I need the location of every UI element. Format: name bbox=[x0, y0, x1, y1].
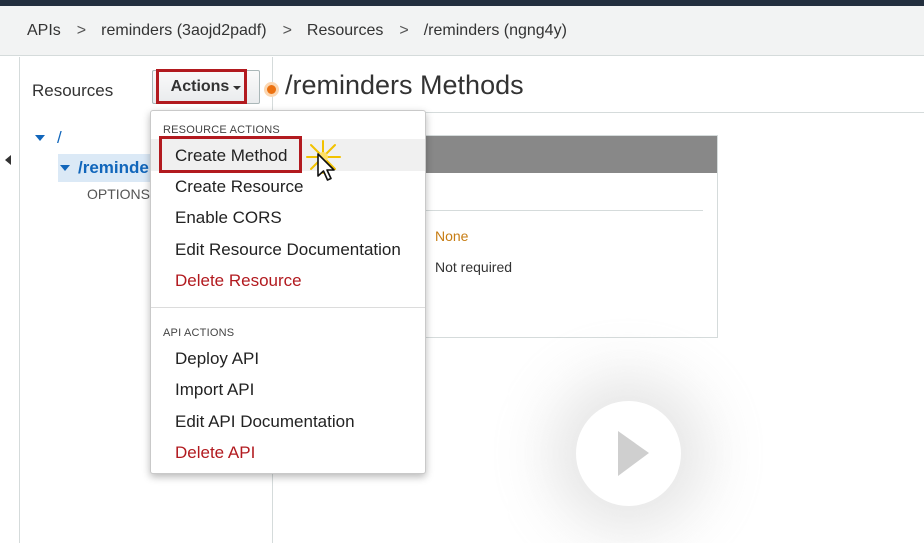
menu-item-delete-resource[interactable]: Delete Resource bbox=[175, 271, 302, 291]
resources-panel-title: Resources bbox=[32, 81, 114, 100]
page-title: /reminders Methods bbox=[264, 70, 524, 101]
breadcrumb-apis[interactable]: APIs bbox=[27, 22, 61, 40]
method-card: None Not required bbox=[422, 135, 718, 338]
page-title-text: /reminders Methods bbox=[285, 70, 524, 100]
api-key-value: Not required bbox=[435, 259, 513, 275]
create-method-highlight bbox=[159, 136, 302, 173]
menu-divider bbox=[151, 307, 425, 308]
menu-item-deploy-api[interactable]: Deploy API bbox=[175, 349, 259, 369]
menu-item-edit-resource-documentation[interactable]: Edit Resource Documentation bbox=[175, 240, 401, 260]
video-play-button[interactable] bbox=[576, 401, 681, 506]
collapse-left-icon[interactable] bbox=[5, 155, 11, 165]
tree-item-options-method[interactable]: OPTIONS bbox=[87, 186, 150, 202]
menu-item-create-resource[interactable]: Create Resource bbox=[175, 177, 304, 197]
breadcrumb-current-resource: /reminders (ngng4y) bbox=[423, 21, 567, 39]
tree-item-root[interactable]: / bbox=[35, 128, 62, 148]
menu-item-delete-api[interactable]: Delete API bbox=[175, 443, 255, 463]
menu-item-import-api[interactable]: Import API bbox=[175, 380, 254, 400]
authorization-value: None bbox=[435, 228, 469, 244]
nav-collapse-gutter[interactable] bbox=[0, 57, 20, 543]
breadcrumb-api-name[interactable]: reminders (3aojd2padf) bbox=[101, 22, 266, 40]
actions-button-highlight bbox=[156, 69, 247, 104]
method-card-divider bbox=[423, 210, 703, 211]
play-icon[interactable] bbox=[576, 401, 681, 506]
breadcrumb-resources[interactable]: Resources bbox=[307, 22, 383, 40]
tree-item-root-label: / bbox=[57, 128, 62, 147]
api-actions-heading: API ACTIONS bbox=[163, 327, 235, 339]
breadcrumb-separator: > bbox=[76, 21, 87, 39]
tree-item-reminders[interactable]: /reminders bbox=[58, 154, 154, 182]
menu-item-edit-api-documentation[interactable]: Edit API Documentation bbox=[175, 412, 355, 432]
resource-dot-icon bbox=[264, 82, 279, 97]
triangle-down-icon[interactable] bbox=[35, 135, 45, 141]
breadcrumb: APIs > reminders (3aojd2padf) > Resource… bbox=[0, 6, 924, 56]
triangle-down-icon[interactable] bbox=[60, 165, 70, 171]
tree-item-reminders-label: /reminders bbox=[78, 158, 154, 177]
method-card-header bbox=[423, 136, 717, 173]
breadcrumb-separator: > bbox=[399, 21, 409, 39]
menu-item-enable-cors[interactable]: Enable CORS bbox=[175, 208, 282, 228]
resource-actions-heading: RESOURCE ACTIONS bbox=[163, 124, 280, 136]
mouse-pointer-icon bbox=[317, 153, 335, 181]
breadcrumb-separator: > bbox=[282, 21, 292, 39]
